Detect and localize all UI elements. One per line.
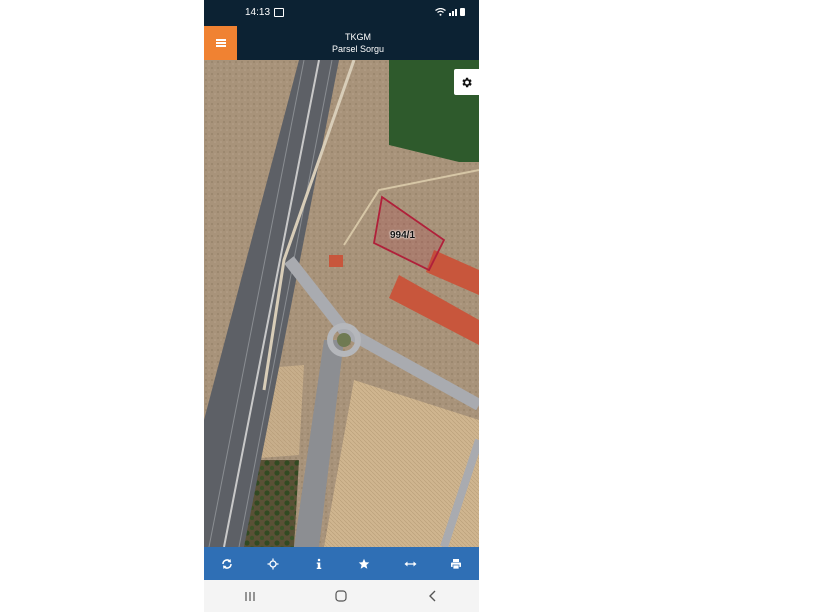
status-bar: 14:13 [204,0,479,26]
favorite-button[interactable] [354,554,374,574]
home-button[interactable] [329,584,353,608]
print-icon [451,558,462,569]
measure-icon [404,561,417,566]
image-icon [274,8,284,17]
print-button[interactable] [446,554,466,574]
locate-icon [267,558,279,569]
system-icons [435,8,465,16]
info-button[interactable] [309,554,329,574]
wifi-icon [435,8,446,16]
star-icon [359,558,370,569]
menu-button[interactable] [204,26,237,60]
locate-button[interactable] [263,554,283,574]
measure-button[interactable] [400,554,420,574]
android-nav-bar [204,580,479,612]
back-button[interactable] [421,584,445,608]
recents-button[interactable] [238,584,262,608]
info-icon [316,558,321,569]
satellite-map[interactable]: 994/1 [204,60,479,547]
refresh-button[interactable] [217,554,237,574]
status-time: 14:13 [245,7,271,18]
phone-screen: 14:13 TKGM Parsel Sorgu 994/1 [204,0,479,612]
hamburger-menu-icon [215,38,226,49]
battery-icon [460,8,465,16]
header-titles: TKGM Parsel Sorgu [237,26,479,60]
refresh-icon [222,558,232,569]
map-imagery [204,60,479,547]
app-subtitle: Parsel Sorgu [331,44,385,54]
map-settings-button[interactable] [454,69,479,95]
parcel-label[interactable]: 994/1 [390,230,415,241]
gear-icon [462,77,472,87]
recents-icon [245,591,255,601]
home-icon [335,590,348,602]
app-header: TKGM Parsel Sorgu [204,26,479,60]
app-title: TKGM [345,32,371,42]
map-toolbar [204,547,479,580]
signal-icon [449,8,457,16]
back-icon [429,590,436,602]
